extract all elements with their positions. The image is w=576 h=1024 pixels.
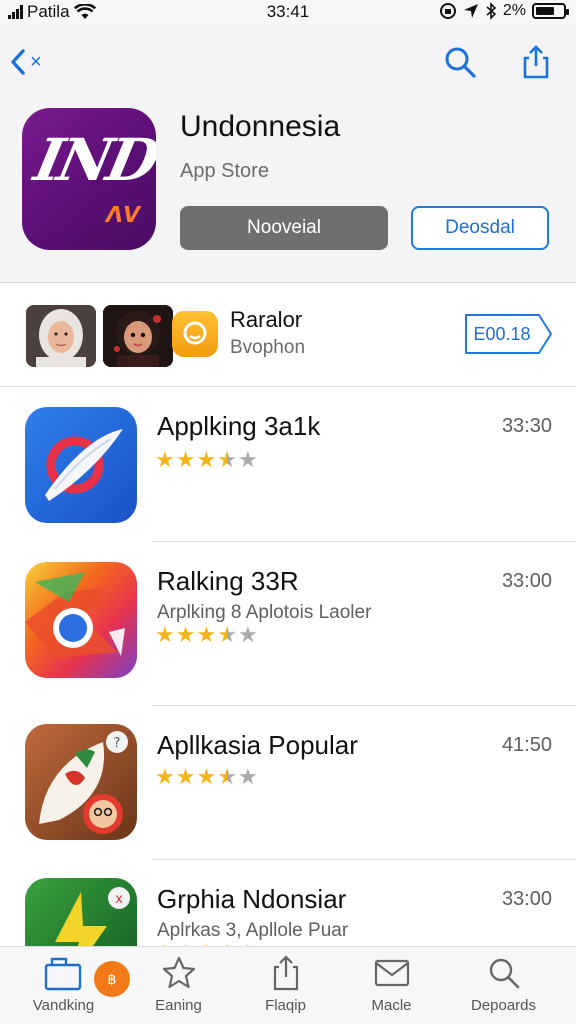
star-icon: ★	[196, 764, 217, 789]
app-icon-brown-leaf: ?	[25, 724, 137, 840]
avatar[interactable]	[26, 305, 96, 367]
search-icon	[445, 47, 476, 78]
app-icon-brown-leaf-image: ?	[25, 724, 137, 840]
list-item[interactable]: Applking 3a1k 33:30 ★ ★ ★ ★ ★	[0, 387, 576, 543]
star-empty-icon: ★	[237, 764, 258, 789]
lock-rotation-icon	[439, 3, 456, 19]
bluetooth-icon	[486, 2, 497, 20]
app-header: × IND ᐱᐯ Undonnesia App Store Nooveial D…	[0, 26, 576, 282]
app-icon-green-bolt: x	[25, 878, 137, 946]
download-button[interactable]: Deosdal	[411, 206, 549, 250]
app-icon-rainbow	[25, 562, 137, 678]
app-store-label: App Store	[180, 160, 269, 182]
app-icon-green-bolt-image: x	[25, 878, 137, 946]
featured-subtitle: Bvophon	[230, 337, 306, 358]
star-icon: ★	[155, 622, 175, 647]
list-item-title: Applking 3a1k	[157, 411, 321, 441]
tab-eaning[interactable]: Eaning	[121, 947, 236, 1024]
tab-bar: Vandking ฿ Eaning Flaqip Macle Depoards	[0, 946, 576, 1024]
star-rating: ★★★★★	[155, 622, 258, 648]
list-item-subtitle: Aplrkas 3, Apllole Puar	[157, 920, 349, 941]
star-icon: ★	[196, 622, 217, 647]
app-icon-rainbow-image	[25, 562, 137, 678]
star-empty-icon: ★	[237, 622, 258, 647]
tab-label: Vandking	[32, 997, 95, 1014]
list-item[interactable]: x Grphia Ndonsiar Aplrkas 3, Apllole Pua…	[0, 860, 576, 946]
star-icon: ★	[175, 622, 196, 647]
tab-label: Flaqip	[265, 997, 306, 1014]
star-icon: ★	[175, 764, 196, 789]
share-box-icon	[273, 955, 298, 991]
star-half-icon: ★	[217, 447, 237, 472]
svg-text:?: ?	[114, 736, 121, 751]
star-half-icon: ★	[217, 764, 237, 789]
location-icon	[463, 4, 478, 18]
list-item-time: 33:00	[501, 570, 552, 592]
star-rating: ★★★★★	[155, 764, 258, 790]
battery-icon	[532, 3, 569, 19]
list-item-subtitle: Arplking 8 Aplotois Laoler	[157, 602, 372, 623]
status-bar: Patila 33:41 2%	[0, 0, 576, 26]
star-rating: ★★★★★	[155, 447, 258, 473]
app-title: Undonnesia	[180, 110, 341, 143]
tab-flaqip[interactable]: Flaqip	[228, 947, 343, 1024]
tab-macle[interactable]: Macle	[334, 947, 449, 1024]
star-icon: ★	[175, 447, 196, 472]
app-icon-blue-ring	[25, 407, 137, 523]
list-item[interactable]: ? Apllkasia Popular 41:50 ★ ★ ★ ★ ★	[0, 706, 576, 862]
tab-label: Depoards	[470, 997, 537, 1014]
list-item-title: Ralking 33R	[157, 566, 299, 596]
star-empty-icon: ★	[237, 447, 258, 472]
list-item[interactable]: Ralking 33R Arplking 8 Aplotois Laoler 3…	[0, 542, 576, 698]
battery-fill	[536, 7, 555, 15]
back-button[interactable]: ×	[10, 48, 42, 76]
list-item-time: 33:30	[501, 415, 552, 437]
avatar-girl-image	[103, 305, 173, 367]
app-icon-logo: IND	[28, 126, 156, 194]
battery-text: 2%	[502, 2, 526, 19]
status-right: 2%	[439, 2, 569, 20]
list-item-time: 33:00	[501, 888, 552, 910]
featured-get-button[interactable]: E00.18	[463, 312, 553, 356]
app-icon-accent: ᐱᐯ	[105, 202, 140, 227]
star-half-icon: ★	[217, 622, 237, 647]
star-icon: ★	[155, 447, 175, 472]
chevron-left-icon	[11, 49, 25, 75]
star-icon: ★	[155, 764, 175, 789]
header-actions	[442, 44, 554, 80]
svg-text:x: x	[115, 892, 123, 907]
star-icon: ★	[196, 447, 217, 472]
tab-depoards[interactable]: Depoards	[446, 947, 561, 1024]
today-icon	[44, 957, 81, 991]
featured-app-icon	[172, 311, 218, 357]
back-label: ×	[30, 50, 42, 73]
tab-label: Macle	[371, 997, 412, 1014]
avatar[interactable]	[103, 305, 173, 367]
app-icon-blue-ring-image	[25, 407, 137, 523]
list-item-time: 41:50	[501, 734, 552, 756]
primary-action-button[interactable]: Nooveial	[180, 206, 388, 250]
share-button[interactable]	[518, 44, 554, 80]
search-icon	[489, 958, 519, 989]
list-item-title: Grphia Ndonsiar	[157, 884, 347, 914]
featured-title: Raralor	[230, 307, 303, 332]
star-icon	[162, 956, 195, 989]
featured-row: Raralor Bvophon E00.18	[0, 283, 576, 387]
mail-icon	[374, 959, 409, 987]
tab-label: Eaning	[155, 997, 202, 1014]
featured-get-label: E00.18	[473, 323, 531, 344]
avatar-woman-image	[26, 305, 96, 367]
share-icon	[523, 45, 549, 79]
chat-bubble-icon	[183, 321, 207, 345]
search-button[interactable]	[442, 44, 478, 80]
list-item-title: Apllkasia Popular	[157, 730, 358, 760]
app-icon: IND ᐱᐯ	[22, 108, 156, 250]
